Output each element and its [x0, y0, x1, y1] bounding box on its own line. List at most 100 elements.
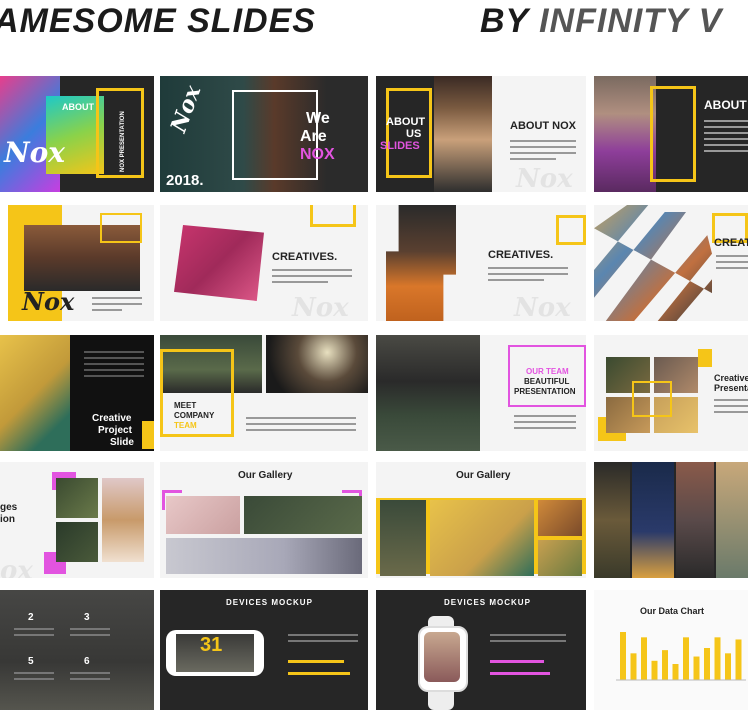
- us-text: US: [406, 128, 422, 140]
- ion-text: ion: [0, 514, 15, 525]
- slide-numbers[interactable]: 2 3 5 6: [0, 590, 154, 710]
- body-text-1: [14, 628, 54, 640]
- photo-1: [56, 478, 98, 518]
- slide-we-are-nox[interactable]: We Are NOX 2018. Nox: [160, 76, 368, 192]
- progress-bar-2: [490, 672, 550, 675]
- creative-text: Creative: [714, 373, 748, 383]
- chart-bar: [672, 664, 679, 680]
- ghost-logo: Nox: [292, 293, 349, 321]
- photo-2: [56, 522, 98, 562]
- phone-digits: 31: [200, 634, 223, 656]
- chart-bar: [714, 637, 721, 680]
- yellow-frame: [160, 349, 234, 437]
- chart-bar: [662, 650, 668, 680]
- we-text: We: [306, 110, 330, 127]
- slide-creatives-2[interactable]: CREATIVES. Nox: [376, 205, 586, 321]
- collage-photo-4: [716, 462, 748, 578]
- are-text: Are: [300, 128, 327, 145]
- chart-bar: [735, 639, 742, 680]
- slide-photo-right: [266, 335, 368, 393]
- chart-bar: [630, 653, 637, 680]
- presentation-text: Presentat: [714, 383, 748, 393]
- body-text: [92, 297, 142, 315]
- collage-photo-3: [676, 462, 714, 578]
- side-text: NOX PRESENTATION: [120, 111, 126, 172]
- pink-frame: [508, 345, 586, 407]
- body-text: [288, 634, 358, 646]
- slide-title: DEVICES MOCKUP: [226, 598, 313, 607]
- slide-images[interactable]: ges ion ox: [0, 462, 154, 578]
- number-2: 2: [28, 612, 34, 623]
- progress-bar-1: [288, 660, 344, 663]
- number-5: 5: [28, 656, 34, 667]
- body-text: [490, 634, 566, 646]
- chart-bar: [725, 653, 731, 680]
- slide-creative-presentation[interactable]: Creative Presentat: [594, 335, 748, 451]
- slide-creatives-3[interactable]: CREAT: [594, 205, 748, 321]
- yellow-frame: [556, 215, 586, 245]
- slide-title: CREATIVES.: [488, 249, 554, 261]
- presentation-text: PRESENTATION: [514, 387, 576, 396]
- slide-title: Our Gallery: [456, 470, 511, 481]
- slide-our-team[interactable]: OUR TEAM BEAUTIFUL PRESENTATION: [376, 335, 586, 451]
- slide-gallery-2[interactable]: Our Gallery: [376, 462, 586, 578]
- slide-gallery-1[interactable]: Our Gallery: [160, 462, 368, 578]
- gallery-photo-1: [380, 500, 426, 576]
- ghost-logo: Nox: [514, 293, 571, 321]
- body-text: [714, 399, 748, 417]
- chart-bar: [620, 632, 626, 680]
- body-text: [514, 415, 576, 433]
- body-text-3: [14, 672, 54, 684]
- slide-devices-phone[interactable]: DEVICES MOCKUP 31: [160, 590, 368, 710]
- images-text: ges: [0, 502, 18, 513]
- slide-creative-project[interactable]: Creative Project Slide: [0, 335, 154, 451]
- slide-about-nox-2[interactable]: ABOUT N: [594, 76, 748, 192]
- chart-bar: [683, 637, 689, 680]
- body-text: [272, 269, 352, 287]
- project-text: Project: [98, 425, 132, 436]
- progress-bar-2: [288, 672, 350, 675]
- yellow-accent: [142, 421, 154, 449]
- yellow-square-2: [698, 349, 712, 367]
- slide-photo-collage[interactable]: [594, 462, 748, 578]
- chart-bar: [693, 656, 700, 680]
- gallery-photo-4: [538, 540, 582, 576]
- slide-about-nox-1[interactable]: ABOUT NOX PRESENTATION Nox: [0, 76, 154, 192]
- yellow-frame: [100, 213, 142, 243]
- slide-about-us[interactable]: ABOUT US SLIDES ABOUT NOX Nox: [376, 76, 586, 192]
- gallery-photo-2: [430, 500, 534, 576]
- body-text: [488, 267, 568, 285]
- slide-photo: [434, 76, 492, 192]
- slide-title: ABOUT N: [704, 98, 748, 112]
- slide-devices-watch[interactable]: DEVICES MOCKUP: [376, 590, 586, 710]
- slide-title: CREAT: [714, 237, 748, 249]
- slide-photo: [594, 205, 712, 321]
- nox-text: NOX: [300, 146, 335, 163]
- chart-bar: [641, 637, 647, 680]
- body-text-4: [70, 672, 110, 684]
- gallery-photo-2: [244, 496, 362, 534]
- slide-title: CREATIVES.: [272, 251, 338, 263]
- team-text: TEAM: [174, 421, 197, 430]
- slide-photo: [386, 205, 456, 321]
- number-6: 6: [84, 656, 90, 667]
- body-text: [510, 140, 576, 164]
- body-text: [246, 417, 356, 435]
- chart-title: Our Data Chart: [640, 606, 705, 616]
- number-3: 3: [84, 612, 90, 623]
- about-label: ABOUT: [62, 102, 94, 112]
- yellow-frame: [632, 381, 672, 417]
- chart-bar: [704, 648, 710, 680]
- beautiful-text: BEAUTIFUL: [524, 377, 570, 386]
- creative-text: Creative: [92, 413, 132, 424]
- bar-chart: [616, 632, 746, 681]
- photo-3: [102, 478, 144, 562]
- slide-meet-company-team[interactable]: MEET COMPANY TEAM: [160, 335, 368, 451]
- collage-photo-2: [632, 462, 674, 578]
- slide-nox-yellow[interactable]: Nox: [8, 205, 154, 321]
- slide-data-chart[interactable]: Our Data Chart: [594, 590, 748, 710]
- script-logo: Nox: [4, 136, 65, 169]
- script-logo: Nox: [22, 287, 75, 316]
- about-text: ABOUT: [386, 116, 426, 128]
- slide-creatives-1[interactable]: CREATIVES. Nox: [160, 205, 368, 321]
